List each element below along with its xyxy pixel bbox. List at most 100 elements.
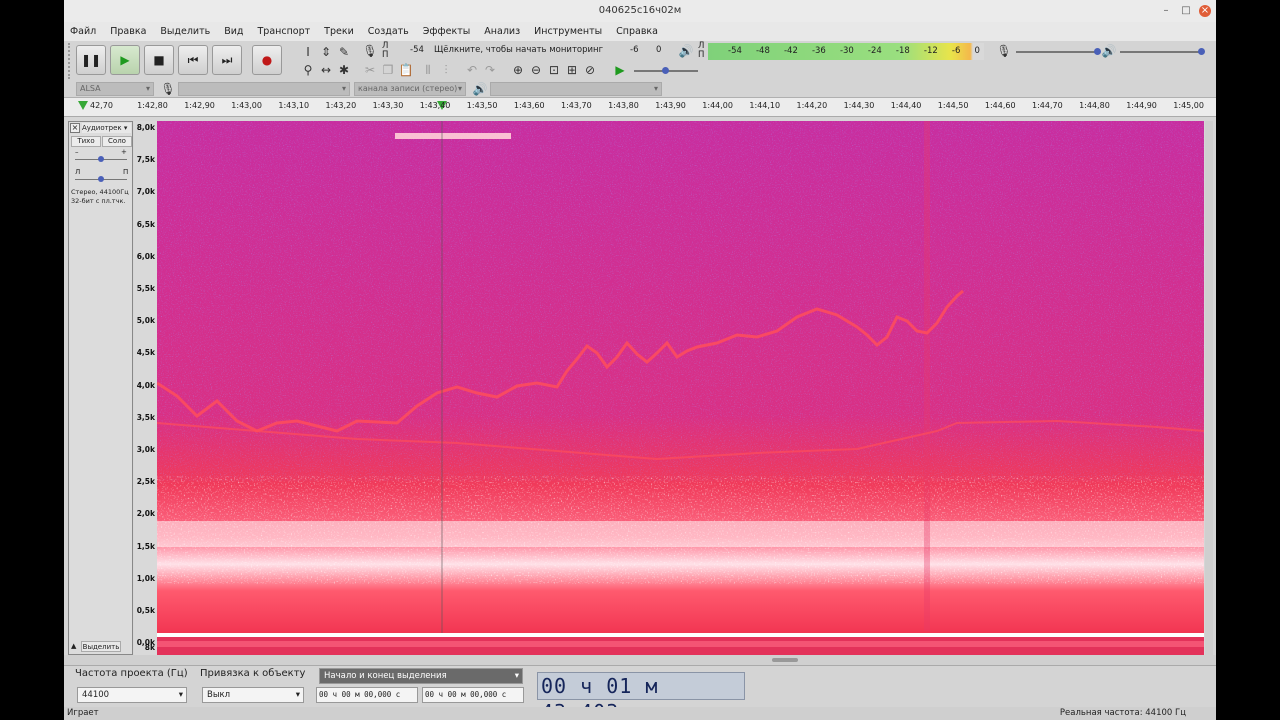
draw-tool-icon[interactable]: ✎ [336, 44, 352, 60]
skip-start-button[interactable]: ⏮ [178, 45, 208, 75]
close-icon[interactable]: × [1199, 5, 1211, 17]
undo-icon[interactable]: ↶ [464, 62, 480, 78]
zoom-out-icon[interactable]: ⊖ [528, 62, 544, 78]
ruler-tick-label: 1:43,90 [655, 101, 686, 110]
playback-device-select[interactable]: ▾ [490, 82, 662, 96]
vertical-scrollbar[interactable] [1205, 121, 1213, 655]
record-meter-scale-zero: 0 [656, 45, 662, 55]
mute-button[interactable]: Тихо [71, 136, 101, 147]
chevron-down-icon: ▾ [457, 84, 462, 93]
audio-position-display[interactable]: 00 ч 01 м 43.403 с [537, 672, 745, 720]
menu-file[interactable]: Файл [70, 26, 96, 37]
record-meter-scale-minus6: -6 [630, 45, 639, 55]
pause-icon: ❚❚ [80, 53, 102, 67]
ruler-tick-label: 1:43,70 [561, 101, 592, 110]
menu-transport[interactable]: Транспорт [257, 26, 310, 37]
close-track-icon[interactable]: × [70, 123, 80, 133]
menu-view[interactable]: Вид [224, 26, 243, 37]
monitor-prompt[interactable]: Щёлкните, чтобы начать мониторинг [434, 45, 603, 55]
play-head-start-icon[interactable] [78, 101, 88, 110]
horizontal-scrollbar[interactable] [64, 655, 1216, 665]
output-volume-slider[interactable] [1120, 51, 1202, 53]
output-volume-thumb[interactable] [1198, 48, 1205, 55]
speaker-icon[interactable]: 🔊 [678, 43, 694, 59]
chevron-down-icon: ▾ [514, 671, 519, 681]
track-name-menu[interactable]: Аудиотрек ▾ [82, 123, 131, 133]
select-track-button[interactable]: Выделить [81, 641, 121, 652]
collapse-track-icon[interactable]: ▲ [71, 642, 76, 650]
menu-analyze[interactable]: Анализ [484, 26, 520, 37]
snap-select[interactable]: Выкл ▾ [202, 687, 304, 703]
rec-channels-select[interactable]: канала записи (стерео) ▾ [354, 82, 466, 96]
microphone-icon[interactable]: 🎙 [362, 43, 378, 59]
frequency-tick-label: 1,5k [136, 541, 155, 551]
toolbar-grip[interactable] [68, 43, 71, 79]
zoom-in-icon[interactable]: ⊕ [510, 62, 526, 78]
rec-device-icon: 🎙 [160, 82, 176, 96]
zoom-toggle-icon[interactable]: ⊘ [582, 62, 598, 78]
menu-effects[interactable]: Эффекты [423, 26, 471, 37]
pan-right-label: П [123, 168, 129, 176]
copy-icon[interactable]: ❐ [380, 62, 396, 78]
ruler-tick-label: 42,70 [90, 101, 113, 110]
menu-help[interactable]: Справка [616, 26, 658, 37]
menu-generate[interactable]: Создать [368, 26, 409, 37]
project-rate-select[interactable]: 44100 ▾ [77, 687, 187, 703]
skip-end-button[interactable]: ⏭ [212, 45, 242, 75]
selection-end-field[interactable]: 00 ч 00 м 00,000 с [422, 687, 524, 703]
skip-end-icon: ⏭ [221, 52, 233, 67]
spectrogram-canvas[interactable] [157, 121, 1204, 655]
stop-icon: ■ [153, 53, 165, 67]
frequency-tick-label: 4,5k [136, 348, 155, 358]
selection-tool-icon[interactable]: I [300, 44, 316, 60]
ruler-tick-label: 1:43,40 [419, 101, 451, 110]
play-button[interactable]: ▶ [110, 45, 140, 75]
ruler-tick-label: 1:44,40 [890, 101, 922, 110]
play-scale-label: -54 [728, 46, 742, 56]
redo-icon[interactable]: ↷ [482, 62, 498, 78]
chevron-down-icon: ▾ [178, 690, 183, 700]
minimize-icon[interactable]: – [1160, 5, 1172, 17]
paste-icon[interactable]: 📋 [398, 62, 414, 78]
envelope-tool-icon[interactable]: ⇕ [318, 44, 334, 60]
gain-thumb[interactable] [98, 156, 104, 162]
gain-minus-label: – [75, 148, 79, 156]
selection-mode-select[interactable]: Начало и конец выделения ▾ [319, 668, 523, 684]
toolbar-area: ❚❚ ▶ ■ ⏮ ⏭ ● I ⇕ ✎ ⚲ ↔ ✱ 🎙 Л П -54 Щёлкн… [64, 41, 1216, 98]
horizontal-scroll-thumb[interactable] [772, 658, 798, 662]
play-speed-thumb[interactable] [662, 67, 669, 74]
host-value: ALSA [80, 84, 101, 93]
spectrogram-view[interactable] [157, 121, 1204, 655]
input-volume-slider[interactable] [1016, 51, 1098, 53]
ruler-tick-label: 1:44,00 [702, 101, 733, 110]
input-volume-thumb[interactable] [1094, 48, 1101, 55]
selection-start-field[interactable]: 00 ч 00 м 00,000 с [316, 687, 418, 703]
silence-icon[interactable]: ⫶ [438, 62, 454, 78]
record-button[interactable]: ● [252, 45, 282, 75]
project-rate-value: 44100 [82, 690, 110, 700]
pause-button[interactable]: ❚❚ [76, 45, 106, 75]
timeline-ruler[interactable]: 42,70 1:42,80 1:42,90 1:43,00 1:43,10 1:43,20… [64, 98, 1216, 117]
cut-icon[interactable]: ✂ [362, 62, 378, 78]
frequency-scale[interactable]: 8,0k 7,5k 7,0k 6,5k 6,0k 5,5k 5,0k 4,5k 4,0k 3,5k… [134, 121, 157, 655]
menu-select[interactable]: Выделить [160, 26, 210, 37]
multi-tool-icon[interactable]: ✱ [336, 62, 352, 78]
pan-thumb[interactable] [98, 176, 104, 182]
spectrogram-tone-burst [395, 133, 511, 139]
snap-label: Привязка к объекту [200, 668, 306, 679]
solo-button[interactable]: Соло [102, 136, 132, 147]
play-at-speed-icon[interactable]: ▶ [612, 62, 628, 78]
fit-project-icon[interactable]: ⊞ [564, 62, 580, 78]
play-scale-label: -12 [923, 46, 938, 56]
zoom-tool-icon[interactable]: ⚲ [300, 62, 316, 78]
maximize-icon[interactable]: □ [1180, 5, 1192, 17]
timeshift-tool-icon[interactable]: ↔ [318, 62, 334, 78]
trim-icon[interactable]: ⫴ [420, 62, 436, 78]
menu-tools[interactable]: Инструменты [534, 26, 602, 37]
recording-device-select[interactable]: ▾ [178, 82, 350, 96]
host-select[interactable]: ALSA ▾ [76, 82, 154, 96]
menu-tracks[interactable]: Треки [324, 26, 354, 37]
fit-selection-icon[interactable]: ⊡ [546, 62, 562, 78]
menu-edit[interactable]: Правка [110, 26, 146, 37]
stop-button[interactable]: ■ [144, 45, 174, 75]
